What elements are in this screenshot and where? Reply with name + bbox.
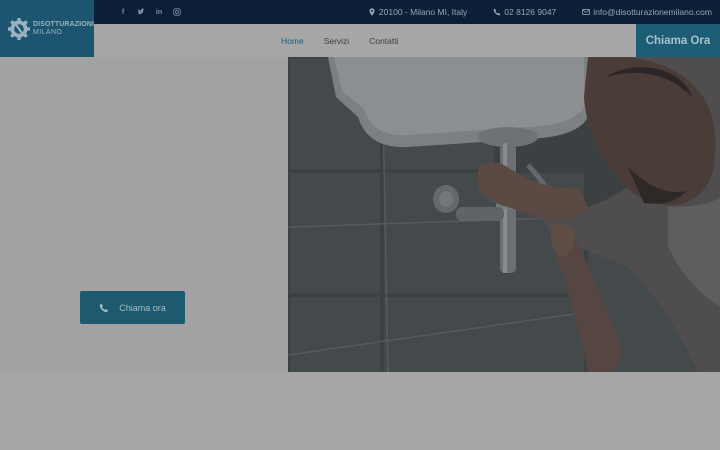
call-now-button[interactable]: Chiama Ora	[636, 24, 720, 57]
twitter-icon[interactable]	[136, 7, 146, 17]
logo-line-2: MILANO	[33, 28, 63, 36]
hero-plumber-image	[288, 57, 720, 372]
nav-item-contatti[interactable]: Contatti	[369, 36, 398, 46]
linkedin-icon[interactable]: in	[154, 7, 164, 17]
logo-line-1: DISOTTURAZIONI	[33, 20, 94, 28]
gear-wrench-icon	[8, 17, 30, 40]
main-menu: Home Servizi Contatti	[281, 24, 399, 57]
page-section-below-hero	[0, 372, 720, 450]
logo-text: DISOTTURAZIONI MILANO	[33, 21, 94, 37]
social-links: f in	[118, 0, 182, 24]
contact-info: 20100 - Milano MI, Italy 02 8126 9047 in…	[368, 0, 712, 24]
phone-item[interactable]: 02 8126 9047	[493, 7, 556, 17]
site-logo[interactable]: DISOTTURAZIONI MILANO	[0, 0, 94, 57]
hero-call-button[interactable]: Chiama ora	[80, 291, 185, 324]
email-text: info@disotturazionemilano.com	[593, 7, 712, 17]
phone-icon	[493, 8, 501, 16]
email-item[interactable]: info@disotturazionemilano.com	[582, 7, 712, 17]
address-item: 20100 - Milano MI, Italy	[368, 7, 467, 17]
address-text: 20100 - Milano MI, Italy	[378, 7, 468, 17]
top-bar: f in 20100 - Milano MI, Italy 02 8126 90…	[0, 0, 720, 24]
nav-item-home[interactable]: Home	[281, 36, 304, 46]
map-pin-icon	[369, 8, 375, 16]
hero-call-label: Chiama ora	[119, 302, 166, 313]
facebook-icon[interactable]: f	[118, 7, 128, 17]
instagram-icon[interactable]	[172, 7, 182, 17]
phone-icon	[99, 303, 109, 312]
phone-text: 02 8126 9047	[504, 7, 557, 17]
envelope-icon	[582, 9, 591, 15]
nav-item-servizi[interactable]: Servizi	[324, 36, 350, 46]
hero-text-area	[0, 57, 288, 372]
